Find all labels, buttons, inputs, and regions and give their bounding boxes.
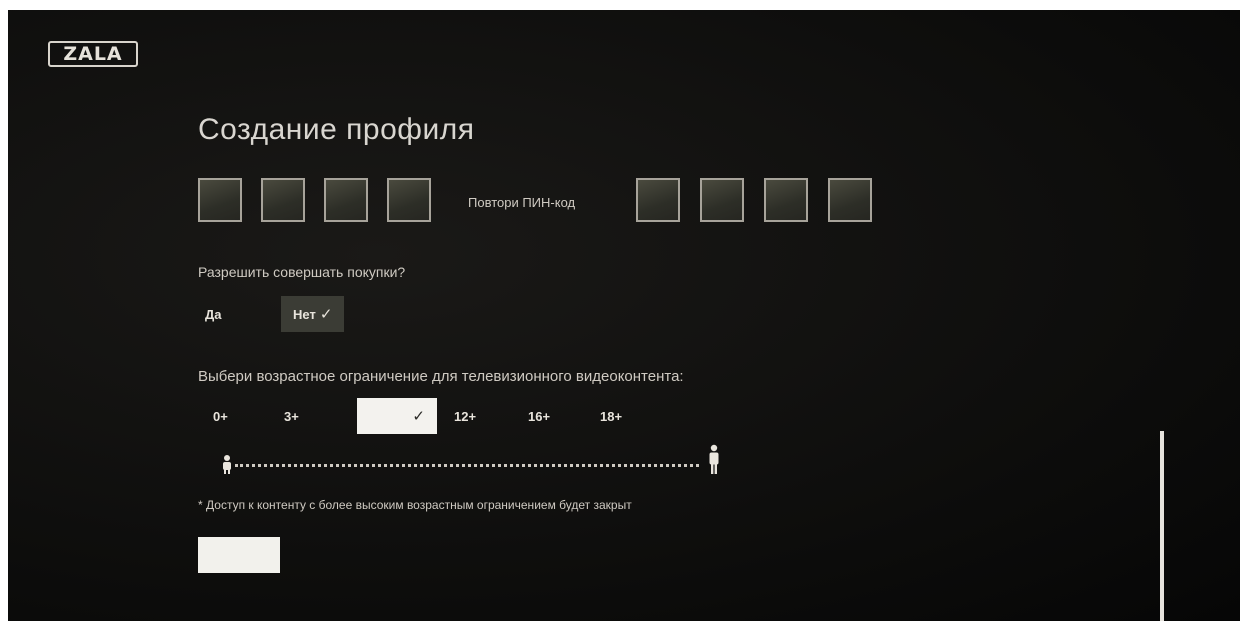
pin-digit-3[interactable] [324,178,368,222]
pin-digit-1[interactable] [198,178,242,222]
adult-icon [708,444,720,481]
age-label: 18+ [600,408,623,424]
age-option-3[interactable]: 3+ [284,398,299,434]
repeat-pin-label: Повтори ПИН-код [468,195,576,210]
page-title: Создание профиля [198,113,475,146]
age-limit-note: * Доступ к контенту с более высоким возр… [198,498,632,512]
tv-screen: ZALA Создание профиля Повтори ПИН-код Ра… [8,10,1240,621]
age-label: 16+ [528,408,551,424]
repeat-pin-digit-2[interactable] [700,178,744,222]
scrollbar[interactable] [1160,431,1164,621]
age-option-selected[interactable]: ✓ [357,398,437,434]
age-label: 3+ [284,408,299,424]
child-icon [221,454,233,481]
age-option-12[interactable]: 12+ [454,398,476,434]
age-label: 0+ [213,408,228,424]
purchases-option-no[interactable]: Нет ✓ [281,296,345,332]
checkmark-icon: ✓ [412,408,425,425]
option-label: Нет [293,306,316,322]
checkmark-icon: ✓ [319,306,333,323]
purchases-option-yes[interactable]: Да [205,296,222,332]
age-option-0[interactable]: 0+ [213,398,228,434]
confirm-button[interactable] [198,537,280,573]
age-label: 12+ [454,408,477,424]
pin-digit-2[interactable] [261,178,305,222]
age-option-16[interactable]: 16+ [528,398,550,434]
zala-logo: ZALA [48,41,138,67]
age-option-18[interactable]: 18+ [600,398,622,434]
age-limit-question: Выбери возрастное ограничение для телеви… [198,368,684,385]
option-label: Да [205,306,222,322]
age-scale [221,444,721,481]
purchases-question: Разрешить совершать покупки? [198,264,406,280]
scale-dots [235,464,699,467]
repeat-pin-digit-4[interactable] [828,178,872,222]
repeat-pin-digit-1[interactable] [636,178,680,222]
pin-digit-4[interactable] [387,178,431,222]
repeat-pin-digit-3[interactable] [764,178,808,222]
